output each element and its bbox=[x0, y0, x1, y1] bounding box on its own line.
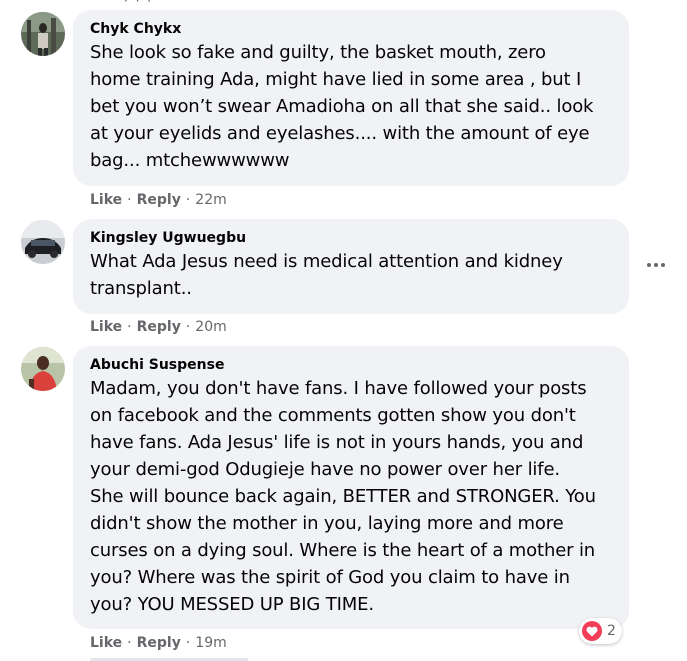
comment-text: Madam, you don't have fans. I have follo… bbox=[90, 375, 613, 618]
comment-bubble: Chyk Chykx She look so fake and guilty, … bbox=[73, 10, 629, 186]
comment-line: bet you won’t swear Amadioha on all that… bbox=[90, 96, 594, 117]
comment-line: Madam, you don't have fans. I have follo… bbox=[90, 378, 587, 399]
comment-line: curses on a dying soul. Where is the hea… bbox=[90, 540, 596, 561]
previous-comment-fragment: · · · bbox=[124, 0, 154, 8]
avatar[interactable] bbox=[21, 220, 65, 264]
comment-line: your demi-god Odugieje have no power ove… bbox=[90, 459, 560, 480]
comment-line: you? YOU MESSED UP BIG TIME. bbox=[90, 594, 374, 615]
comment-timestamp[interactable]: 20m bbox=[195, 319, 226, 335]
separator-dot: · bbox=[185, 635, 191, 651]
more-options-button[interactable] bbox=[640, 249, 672, 281]
comment-line: have fans. Ada Jesus' life is not in you… bbox=[90, 432, 584, 453]
like-button[interactable]: Like bbox=[90, 319, 122, 335]
separator-dot: · bbox=[185, 319, 191, 335]
avatar[interactable] bbox=[21, 12, 65, 56]
comment-line: bag... mtchewwwwww bbox=[90, 150, 290, 171]
reply-button[interactable]: Reply bbox=[137, 192, 181, 208]
comment-line: didn't show the mother in you, laying mo… bbox=[90, 513, 564, 534]
separator-dot: · bbox=[127, 192, 132, 208]
comment-line: She look so fake and guilty, the basket … bbox=[90, 42, 546, 63]
reply-button[interactable]: Reply bbox=[137, 319, 181, 335]
more-horizontal-icon bbox=[647, 263, 665, 267]
comment-line: at your eyelids and eyelashes.... with t… bbox=[90, 123, 590, 144]
comment-actions: Like · Reply · 19m bbox=[90, 633, 227, 653]
comment-author[interactable]: Chyk Chykx bbox=[90, 19, 613, 39]
love-reaction-icon bbox=[582, 621, 602, 641]
comment-author[interactable]: Kingsley Ugwuegbu bbox=[90, 228, 613, 248]
separator-dot: · bbox=[127, 635, 132, 651]
reaction-summary[interactable]: 2 bbox=[579, 618, 622, 644]
like-button[interactable]: Like bbox=[90, 192, 122, 208]
comment-line: transplant.. bbox=[90, 278, 192, 299]
comment-timestamp[interactable]: 22m bbox=[195, 192, 226, 208]
separator-dot: · bbox=[127, 319, 132, 335]
comment-bubble: Abuchi Suspense Madam, you don't have fa… bbox=[73, 346, 629, 629]
comment-line: you? Where was the spirit of God you cla… bbox=[90, 567, 570, 588]
separator-dot: · bbox=[185, 192, 191, 208]
comment-text: What Ada Jesus need is medical attention… bbox=[90, 248, 613, 302]
comment-line: What Ada Jesus need is medical attention… bbox=[90, 251, 563, 272]
comment-actions: Like · Reply · 22m bbox=[90, 190, 227, 210]
comment-line: She will bounce back again, BETTER and S… bbox=[90, 486, 596, 507]
comment-bubble: Kingsley Ugwuegbu What Ada Jesus need is… bbox=[73, 219, 629, 314]
comment-timestamp[interactable]: 19m bbox=[195, 635, 226, 651]
comment-line: home training Ada, might have lied in so… bbox=[90, 69, 582, 90]
comment-author[interactable]: Abuchi Suspense bbox=[90, 355, 613, 375]
comment-actions: Like · Reply · 20m bbox=[90, 317, 227, 337]
reply-button[interactable]: Reply bbox=[137, 635, 181, 651]
comment-line: on facebook and the comments gotten show… bbox=[90, 405, 576, 426]
like-button[interactable]: Like bbox=[90, 635, 122, 651]
reaction-count: 2 bbox=[607, 623, 616, 639]
avatar[interactable] bbox=[21, 347, 65, 391]
comment-text: She look so fake and guilty, the basket … bbox=[90, 39, 613, 174]
